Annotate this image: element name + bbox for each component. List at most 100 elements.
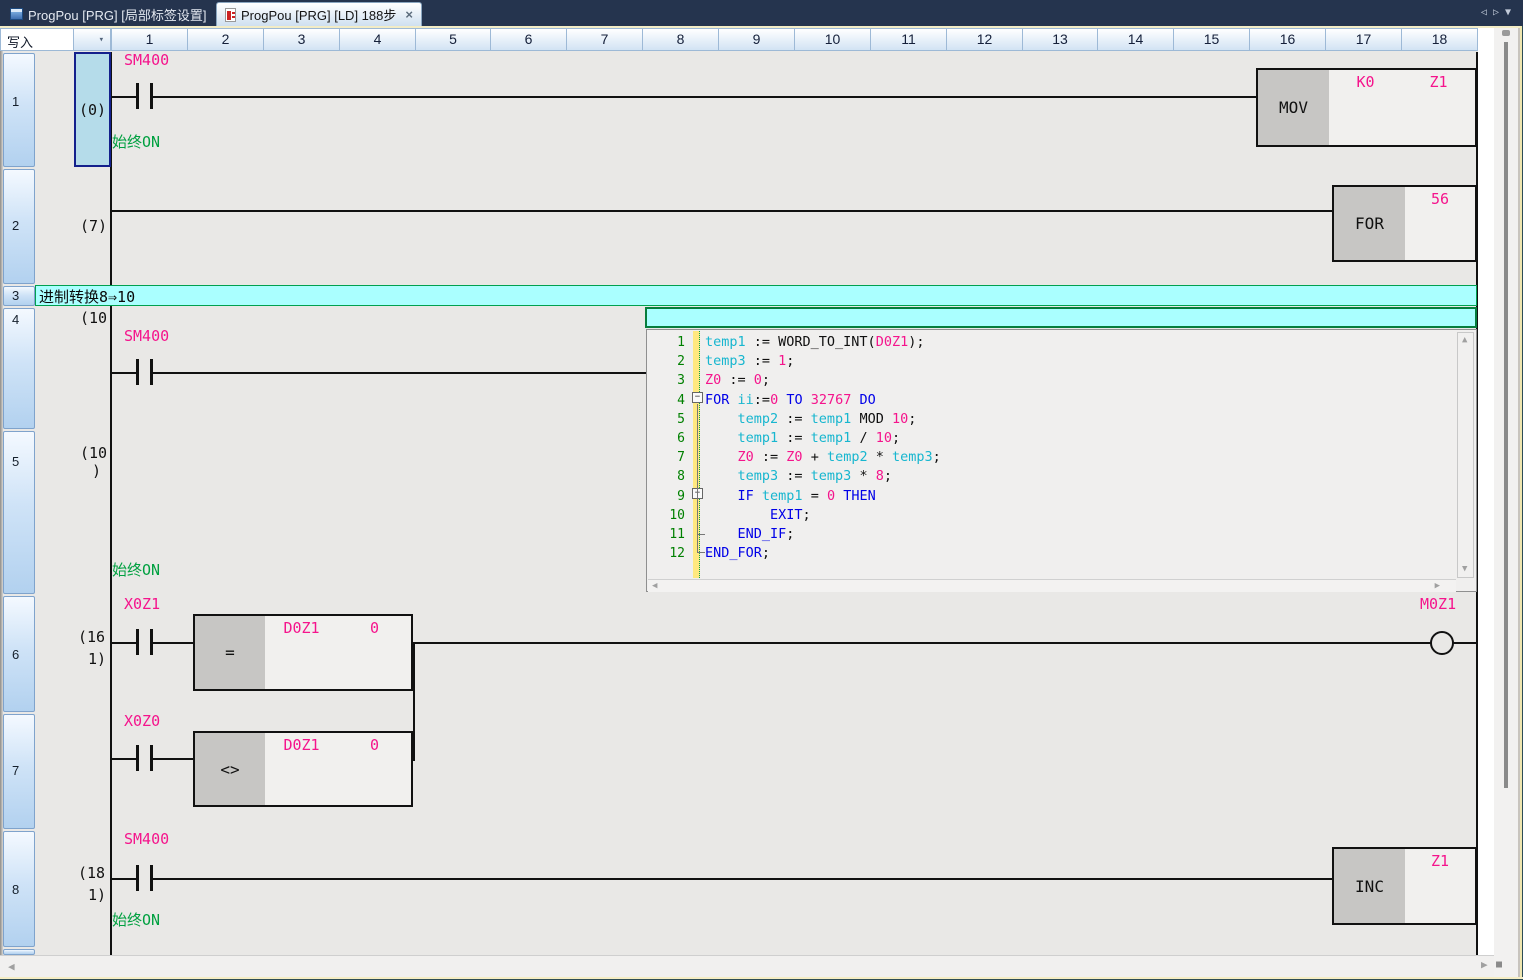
column-header[interactable]: 10 [794, 28, 871, 51]
operand: D0Z1 [265, 616, 338, 689]
row-header[interactable]: 1 [3, 53, 35, 167]
column-header[interactable]: 14 [1097, 28, 1174, 51]
tab-next-icon[interactable]: ▷ [1493, 7, 1505, 18]
st-code-line[interactable]: 3Z0 := 0; [647, 371, 1455, 390]
st-token: := [778, 411, 811, 427]
column-header[interactable]: 2 [187, 28, 264, 51]
tab-local-label-settings[interactable]: ProgPou [PRG] [局部标签设置] [2, 2, 214, 26]
column-header[interactable]: 18 [1401, 28, 1478, 51]
column-header[interactable]: 9 [718, 28, 795, 51]
scroll-left-icon[interactable]: ◀ [8, 962, 15, 971]
tab-prev-icon[interactable]: ◁ [1481, 7, 1493, 18]
st-token [803, 392, 811, 408]
tab-ld-editor[interactable]: ProgPou [PRG] [LD] 188步 × [216, 2, 422, 26]
st-code-line[interactable]: 1temp1 := WORD_TO_INT(D0Z1); [647, 333, 1455, 352]
st-token: TO [786, 392, 802, 408]
rung-comment-bar[interactable]: 进制转换8⇒10 [35, 285, 1477, 306]
st-code-line[interactable]: 7 Z0 := Z0 + temp2 * temp3; [647, 448, 1455, 467]
row-header[interactable]: 5 [3, 431, 35, 594]
st-token: IF [738, 488, 754, 504]
st-token: ; [786, 526, 794, 542]
no-contact-sm400[interactable] [130, 83, 158, 109]
column-header[interactable]: 4 [339, 28, 416, 51]
st-box-header[interactable] [645, 307, 1477, 328]
st-token: 8 [876, 468, 884, 484]
column-header[interactable]: 5 [415, 28, 491, 51]
scroll-right-icon[interactable]: ▶ [1435, 582, 1440, 591]
st-token: FOR [705, 392, 729, 408]
row-header[interactable]: 7 [3, 714, 35, 829]
st-token: ; [908, 411, 916, 427]
compare-block-eq[interactable]: = D0Z1 0 [193, 614, 413, 691]
row-header[interactable]: 3 [3, 286, 35, 306]
st-code-area[interactable]: 1temp1 := WORD_TO_INT(D0Z1);2temp3 := 1;… [647, 333, 1455, 563]
column-header[interactable]: 15 [1173, 28, 1250, 51]
mode-dropdown[interactable]: ▾ [73, 28, 111, 51]
fold-collapse-icon[interactable]: − [692, 392, 703, 403]
row-header[interactable]: 6 [3, 596, 35, 712]
st-line-number: 7 [647, 448, 689, 467]
write-mode-cell[interactable]: 写入 [0, 28, 74, 51]
no-contact-x0z0[interactable] [130, 745, 158, 771]
column-header[interactable]: 12 [946, 28, 1023, 51]
column-header[interactable]: 16 [1249, 28, 1326, 51]
st-token: Z0 [705, 372, 721, 388]
st-code-line[interactable]: 6 temp1 := temp1 / 10; [647, 429, 1455, 448]
st-token: END_IF [738, 526, 787, 542]
st-token: EXIT [770, 507, 803, 523]
row-header[interactable]: 8 [3, 831, 35, 947]
step-number: (10 [80, 444, 107, 462]
st-code-line[interactable]: 2temp3 := 1; [647, 352, 1455, 371]
selected-cell[interactable]: (0) [74, 52, 111, 167]
no-contact-x0z1[interactable] [130, 629, 158, 655]
instruction-block-mov[interactable]: MOV K0 Z1 [1256, 68, 1477, 147]
column-header[interactable]: 1 [111, 28, 188, 51]
close-icon[interactable]: × [405, 7, 413, 22]
column-header[interactable]: 7 [566, 28, 643, 51]
horizontal-scrollbar[interactable]: ◀ [0, 955, 1494, 977]
instruction-block-inc[interactable]: INC Z1 [1332, 847, 1477, 925]
st-token: + [803, 449, 827, 465]
scrollbar-top-grip[interactable] [1502, 30, 1510, 36]
resize-grip-icon[interactable]: ■ [1496, 960, 1502, 969]
label-settings-icon [10, 8, 23, 20]
scroll-left-icon[interactable]: ◀ [652, 582, 657, 591]
row-header[interactable]: 2 [3, 169, 35, 284]
scrollbar-thumb[interactable] [1504, 42, 1508, 788]
device-label: X0Z1 [124, 595, 160, 613]
st-code-line[interactable]: 9 IF temp1 = 0 THEN [647, 487, 1455, 506]
device-label: M0Z1 [1420, 595, 1456, 613]
column-header[interactable]: 3 [263, 28, 340, 51]
compare-block-ne[interactable]: <> D0Z1 0 [193, 731, 413, 807]
column-header[interactable]: 8 [642, 28, 719, 51]
no-contact-sm400[interactable] [130, 865, 158, 891]
st-line-number: 12 [647, 544, 689, 563]
output-coil-m0z1[interactable] [1430, 631, 1454, 655]
st-horizontal-scrollbar[interactable]: ◀ ▶ [648, 579, 1456, 592]
column-header[interactable]: 17 [1325, 28, 1402, 51]
tab-menu-icon[interactable]: ▼ [1505, 7, 1517, 18]
no-contact-sm400[interactable] [130, 359, 158, 385]
st-code-line[interactable]: 8 temp3 := temp3 * 8; [647, 467, 1455, 486]
column-header[interactable]: 13 [1022, 28, 1098, 51]
row-header[interactable]: 4 [3, 308, 35, 429]
st-line-number: 9 [647, 487, 689, 506]
scroll-right-icon[interactable]: ▶ [1481, 960, 1488, 969]
st-vertical-scrollbar[interactable]: ▲ ▼ [1457, 332, 1474, 578]
st-code-line[interactable]: 11 END_IF; [647, 525, 1455, 544]
st-code-line[interactable]: 10 EXIT; [647, 506, 1455, 525]
scroll-up-icon[interactable]: ▲ [1462, 336, 1467, 345]
step-number: (0) [79, 101, 106, 119]
column-header[interactable]: 6 [490, 28, 567, 51]
column-header[interactable]: 11 [870, 28, 947, 51]
st-code-line[interactable]: 12END_FOR; [647, 544, 1455, 563]
instruction-name: FOR [1334, 187, 1405, 260]
operand: D0Z1 [265, 733, 338, 805]
st-line-source: EXIT; [705, 506, 811, 525]
scroll-down-icon[interactable]: ▼ [1462, 565, 1467, 574]
device-label: SM400 [124, 51, 169, 69]
st-code-line[interactable]: 4FOR ii:=0 TO 32767 DO [647, 391, 1455, 410]
st-code-line[interactable]: 5 temp2 := temp1 MOD 10; [647, 410, 1455, 429]
instruction-block-for[interactable]: FOR 56 [1332, 185, 1477, 262]
vertical-scrollbar[interactable] [1494, 28, 1518, 977]
